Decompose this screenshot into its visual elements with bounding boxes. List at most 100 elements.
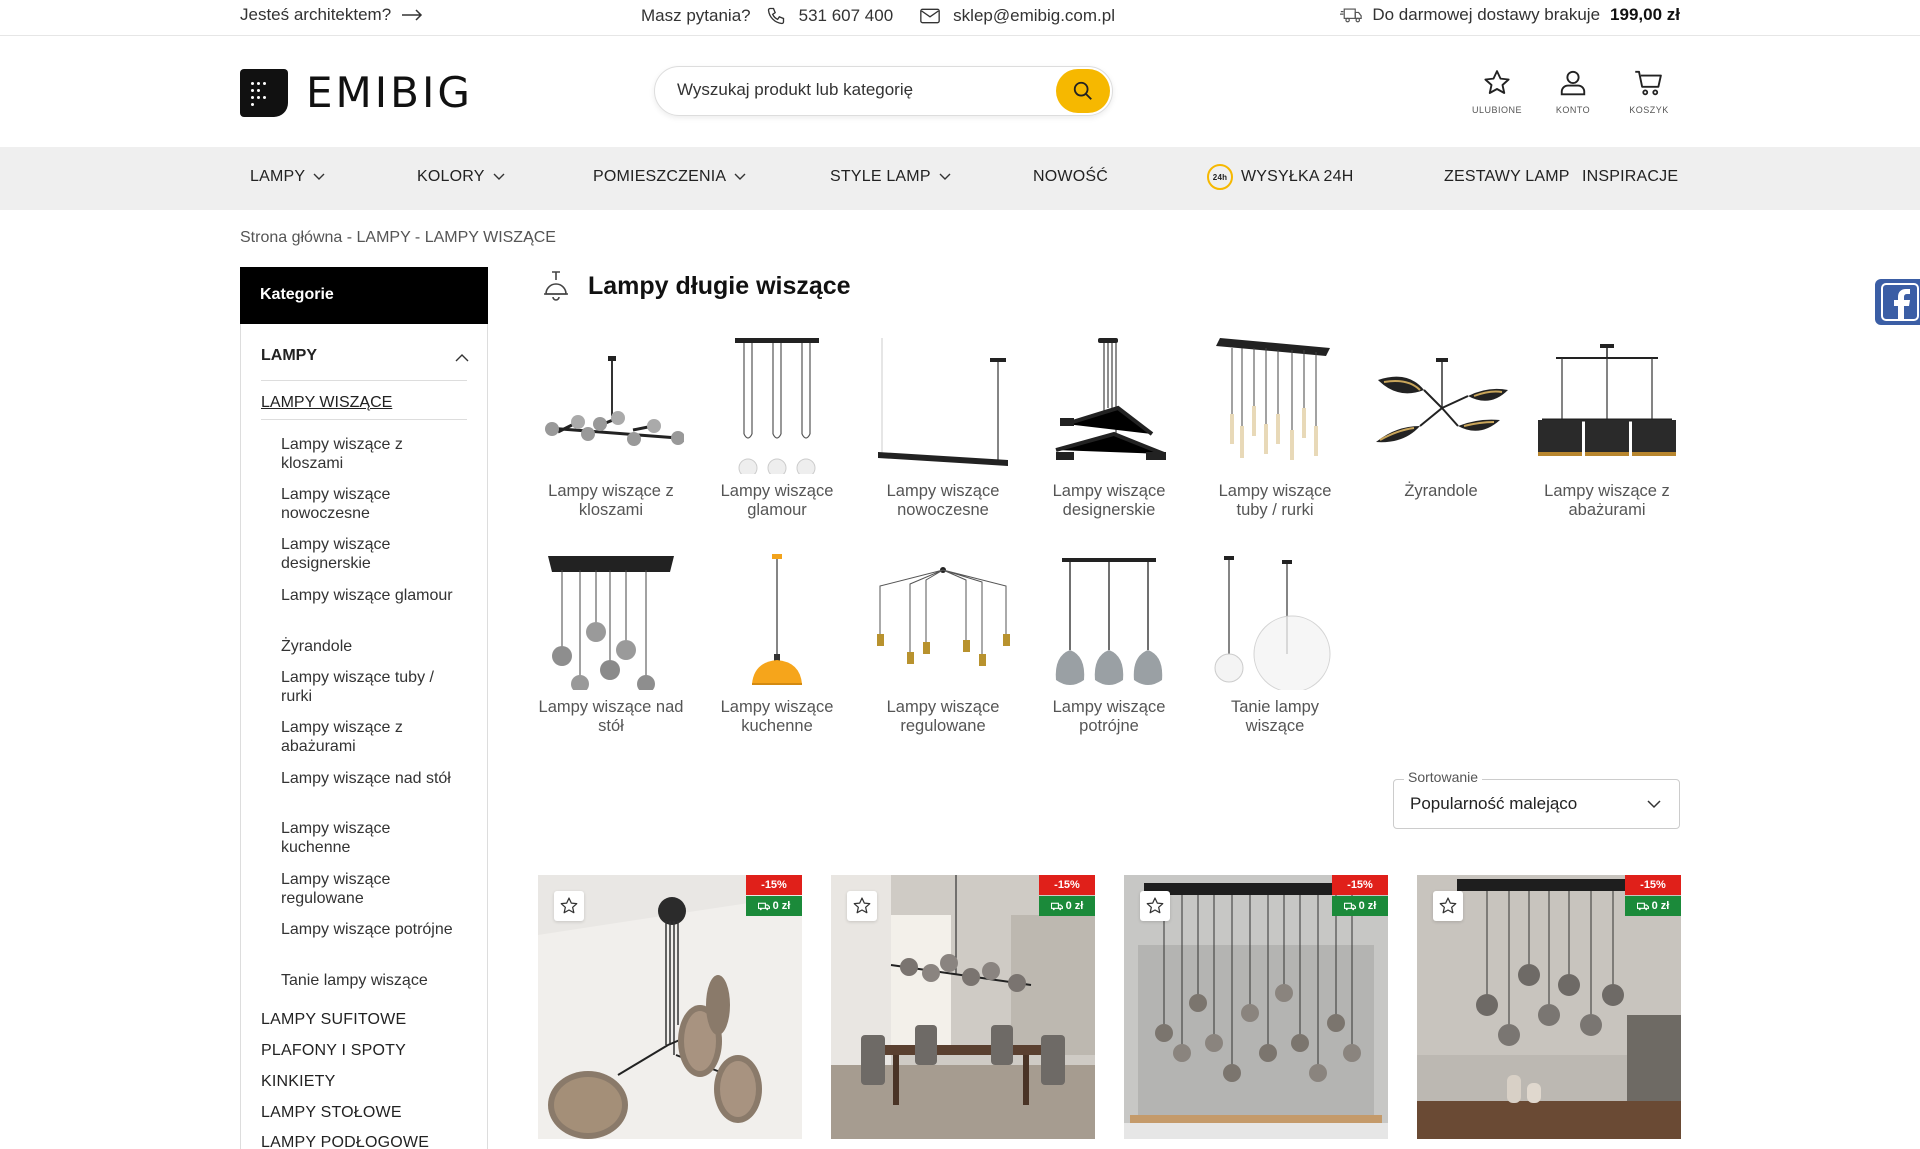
nav-item-wysylka-24h[interactable]: 24h WYSYŁKA 24H bbox=[1207, 164, 1353, 190]
truck-icon bbox=[1343, 902, 1356, 910]
add-to-favorites-button[interactable] bbox=[1433, 891, 1463, 921]
sidebar-subitem[interactable]: Lampy wiszące tuby / rurki bbox=[281, 668, 461, 706]
sidebar-subitem[interactable]: Lampy wiszące designerskie bbox=[281, 535, 461, 573]
architect-link[interactable]: Jesteś architektem? bbox=[240, 5, 423, 25]
phone-icon bbox=[765, 5, 787, 27]
sidebar-item-lampy-wiszace[interactable]: LAMPY WISZĄCE bbox=[261, 394, 392, 412]
category-label: Lampy wiszące kuchenne bbox=[720, 698, 834, 735]
nav-item-inspiracje[interactable]: INSPIRACJE bbox=[1582, 168, 1678, 186]
breadcrumb-lampy[interactable]: LAMPY bbox=[357, 229, 411, 246]
sidebar-subitem[interactable]: Lampy wiszące z abażurami bbox=[281, 718, 461, 756]
breadcrumb-separator: - bbox=[410, 229, 425, 246]
category-image bbox=[1214, 556, 1331, 690]
category-image bbox=[1055, 558, 1163, 685]
category-tile[interactable]: Lampy wiszące regulowane bbox=[870, 550, 1016, 736]
product-card[interactable]: -15% 0 zł bbox=[538, 875, 802, 1139]
category-tile[interactable]: Lampy wiszące kuchenne bbox=[704, 550, 850, 736]
chevron-up-icon[interactable] bbox=[455, 353, 469, 362]
category-label: Lampy wiszące glamour bbox=[720, 482, 834, 519]
sidebar-subitem[interactable]: Lampy wiszące potrójne bbox=[281, 920, 461, 939]
category-image bbox=[1055, 338, 1166, 460]
category-tile[interactable]: Lampy wiszące nad stół bbox=[538, 550, 684, 736]
chevron-down-icon bbox=[939, 173, 951, 180]
star-icon bbox=[853, 897, 871, 914]
sidebar-subitem[interactable]: Tanie lampy wiszące bbox=[281, 971, 461, 990]
product-card[interactable]: -15% 0 zł bbox=[831, 875, 1095, 1139]
category-image bbox=[548, 556, 674, 690]
facebook-icon bbox=[1881, 283, 1919, 321]
nav-item-pomieszczenia[interactable]: POMIESZCZENIA bbox=[593, 168, 746, 186]
nav-item-label: INSPIRACJE bbox=[1582, 168, 1679, 185]
add-to-favorites-button[interactable] bbox=[554, 891, 584, 921]
nav-item-label: NOWOŚĆ bbox=[1033, 168, 1108, 185]
discount-badge: -15% bbox=[1625, 875, 1681, 895]
account-label: KONTO bbox=[1555, 105, 1591, 115]
phone-link[interactable]: 531 607 400 bbox=[799, 6, 894, 26]
category-tile[interactable]: Lampy wiszące z abażurami bbox=[1534, 334, 1680, 520]
account-button[interactable]: KONTO bbox=[1550, 68, 1596, 115]
sidebar-subitem[interactable]: Lampy wiszące kuchenne bbox=[281, 819, 461, 857]
nav-item-label: LAMPY bbox=[250, 168, 306, 185]
sort-select[interactable]: Sortowanie Popularność malejąco bbox=[1393, 769, 1680, 829]
category-tile[interactable]: Lampy wiszące tuby / rurki bbox=[1202, 334, 1348, 520]
sidebar-subitem[interactable]: Lampy wiszące nad stół bbox=[281, 769, 461, 788]
category-tile[interactable]: Lampy wiszące potrójne bbox=[1036, 550, 1182, 736]
breadcrumb: Strona główna - LAMPY - LAMPY WISZĄCE bbox=[240, 229, 556, 247]
nav-item-label: POMIESZCZENIA bbox=[593, 168, 727, 185]
category-tile[interactable]: Lampy wiszące z kloszami bbox=[538, 334, 684, 520]
architect-link-label: Jesteś architektem? bbox=[240, 5, 392, 24]
nav-item-zestawy-lamp[interactable]: ZESTAWY LAMP bbox=[1444, 168, 1570, 186]
add-to-favorites-button[interactable] bbox=[1140, 891, 1170, 921]
breadcrumb-current[interactable]: LAMPY WISZĄCE bbox=[425, 229, 556, 246]
header-actions: ULUBIONE KONTO KOSZYK bbox=[1472, 68, 1672, 115]
nav-item-nowosc[interactable]: NOWOŚĆ bbox=[1033, 168, 1108, 186]
nav-item-lampy[interactable]: LAMPY bbox=[250, 168, 325, 186]
sidebar-item-lampy-stolowe[interactable]: LAMPY STOŁOWE bbox=[261, 1104, 402, 1122]
sidebar-subitem[interactable]: Żyrandole bbox=[281, 637, 461, 656]
category-tile[interactable]: Tanie lampy wiszące bbox=[1202, 550, 1348, 736]
sidebar-subitem[interactable]: Lampy wiszące z kloszami bbox=[281, 435, 461, 473]
sidebar-item-lampy-sufitowe[interactable]: LAMPY SUFITOWE bbox=[261, 1011, 406, 1029]
category-tile[interactable]: Lampy wiszące nowoczesne bbox=[870, 334, 1016, 520]
category-image bbox=[1216, 338, 1330, 460]
nav-item-style-lamp[interactable]: STYLE LAMP bbox=[830, 168, 951, 186]
sidebar-subitem[interactable]: Lampy wiszące regulowane bbox=[281, 870, 461, 908]
sidebar-group-lampy[interactable]: LAMPY bbox=[261, 347, 317, 365]
category-tile[interactable]: Lampy wiszące designerskie bbox=[1036, 334, 1182, 520]
sidebar-item-lampy-podlogowe[interactable]: LAMPY PODŁOGOWE bbox=[261, 1134, 429, 1149]
nav-item-kolory[interactable]: KOLORY bbox=[417, 168, 505, 186]
facebook-tab[interactable] bbox=[1875, 279, 1920, 325]
discount-badge: -15% bbox=[1039, 875, 1095, 895]
category-label: Lampy wiszące potrójne bbox=[1052, 698, 1166, 735]
product-card[interactable]: -15% 0 zł bbox=[1417, 875, 1681, 1139]
truck-icon bbox=[1340, 8, 1363, 23]
category-label: Lampy wiszące regulowane bbox=[886, 698, 1000, 735]
sidebar-title: Kategorie bbox=[240, 267, 488, 324]
category-label: Tanie lampy wiszące bbox=[1230, 698, 1320, 735]
sort-label: Sortowanie bbox=[1404, 769, 1483, 785]
sidebar-subitem[interactable]: Lampy wiszące glamour bbox=[281, 586, 461, 605]
search-input[interactable] bbox=[677, 80, 1037, 100]
favorites-button[interactable]: ULUBIONE bbox=[1472, 68, 1523, 115]
sidebar-item-plafony[interactable]: PLAFONY I SPOTY bbox=[261, 1042, 406, 1060]
breadcrumb-home[interactable]: Strona główna bbox=[240, 229, 342, 246]
questions-label: Masz pytania? bbox=[641, 6, 751, 25]
category-tile[interactable]: Lampy wiszące glamour bbox=[704, 334, 850, 520]
category-image bbox=[545, 356, 684, 446]
sidebar-subitem[interactable]: Lampy wiszące nowoczesne bbox=[281, 485, 461, 523]
category-tile[interactable]: Żyrandole bbox=[1368, 334, 1514, 501]
sidebar-item-kinkiety[interactable]: KINKIETY bbox=[261, 1073, 336, 1091]
product-card[interactable]: -15% 0 zł bbox=[1124, 875, 1388, 1139]
email-link[interactable]: sklep@emibig.com.pl bbox=[953, 6, 1115, 26]
search-button[interactable] bbox=[1056, 69, 1110, 113]
star-icon bbox=[1439, 897, 1457, 914]
add-to-favorites-button[interactable] bbox=[847, 891, 877, 921]
search-bar bbox=[654, 66, 1113, 116]
site-logo[interactable]: EMIBIG bbox=[240, 68, 473, 117]
chevron-down-icon bbox=[313, 173, 325, 180]
nav-item-label: STYLE LAMP bbox=[830, 168, 931, 185]
arrow-right-icon bbox=[402, 9, 423, 21]
cart-button[interactable]: KOSZYK bbox=[1626, 68, 1672, 115]
top-info-bar: Jesteś architektem? Masz pytania? 531 60… bbox=[0, 0, 1920, 36]
favorites-label: ULUBIONE bbox=[1472, 105, 1523, 115]
